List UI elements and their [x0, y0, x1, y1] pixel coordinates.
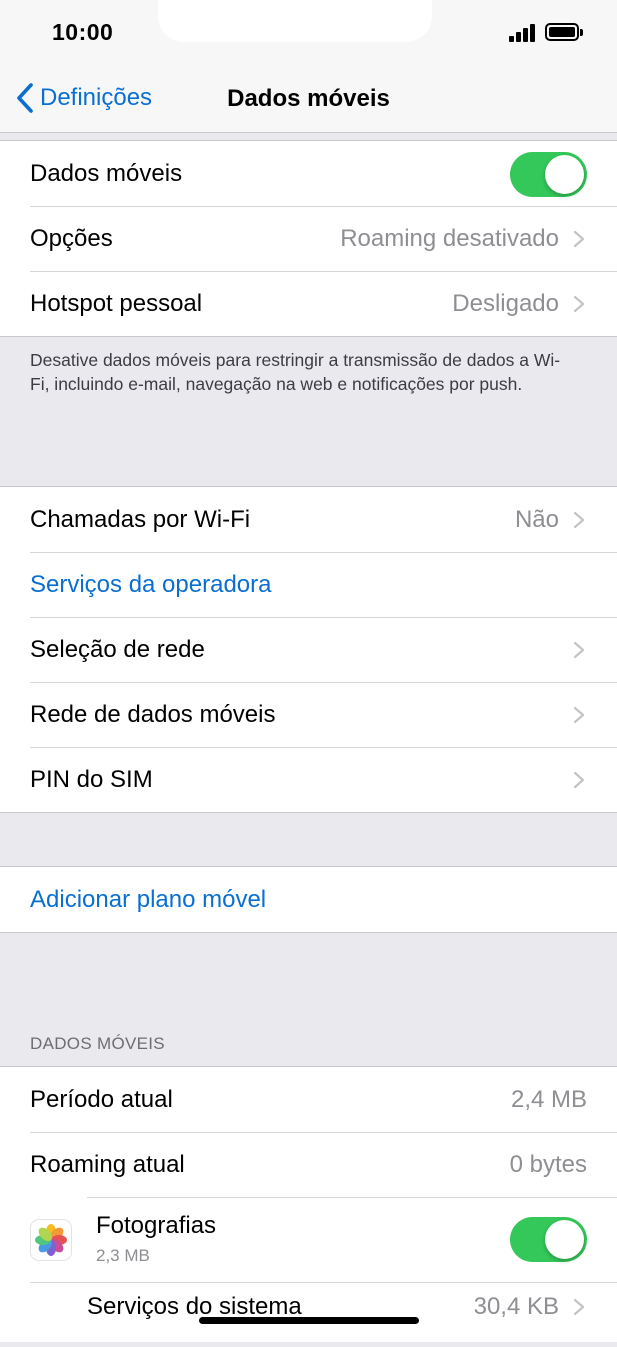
system-services-label: Serviços do sistema [87, 1293, 302, 1320]
chevron-right-icon [573, 511, 585, 529]
cellular-network-row[interactable]: Rede de dados móveis [0, 682, 617, 747]
photos-label: Fotografias [96, 1212, 217, 1239]
carrier-services-link[interactable]: Serviços da operadora [30, 552, 271, 617]
chevron-right-icon [573, 230, 585, 248]
hotspot-row[interactable]: Hotspot pessoal Desligado [0, 271, 617, 336]
chevron-right-icon [573, 641, 585, 659]
cellular-network-label: Rede de dados móveis [30, 701, 276, 728]
notch [158, 0, 432, 42]
cellular-data-label: Dados móveis [30, 160, 183, 187]
chevron-right-icon [573, 771, 585, 789]
chevron-right-icon [573, 295, 585, 313]
cellular-settings-group: Dados móveis Opções Roaming desativado H… [0, 140, 617, 337]
app-row-photos [0, 1197, 617, 1282]
system-services-value: 30,4 KB [473, 1293, 559, 1320]
chevron-right-icon [573, 1298, 585, 1316]
network-selection-label: Seleção de rede [30, 636, 205, 663]
chevron-right-icon [573, 706, 585, 724]
photos-flower-icon [35, 1224, 67, 1256]
photos-size: 2,3 MB [96, 1246, 150, 1265]
cellular-data-toggle[interactable] [510, 152, 587, 197]
current-period-value: 2,4 MB [510, 1086, 587, 1113]
cellular-data-footer: Desative dados móveis para restringir a … [30, 350, 561, 394]
wifi-calls-row[interactable]: Chamadas por Wi-Fi Não [0, 487, 617, 552]
add-plan-link[interactable]: Adicionar plano móvel [30, 867, 266, 932]
hotspot-value: Desligado [452, 290, 559, 317]
usage-group: Período atual 2,4 MB Roaming atual 0 byt… [0, 1066, 617, 1342]
system-services-row[interactable]: Serviços do sistema 30,4 KB [0, 1282, 617, 1347]
cellular-data-row: Dados móveis [0, 141, 617, 206]
hotspot-label: Hotspot pessoal [30, 290, 203, 317]
current-roaming-row: Roaming atual 0 bytes [0, 1132, 617, 1197]
page-title: Dados móveis [227, 85, 390, 112]
sim-pin-label: PIN do SIM [30, 766, 153, 793]
status-bar: 10:00 [0, 0, 617, 66]
current-period-row: Período atual 2,4 MB [0, 1067, 617, 1132]
carrier-services-row[interactable]: Serviços da operadora [0, 552, 617, 617]
add-plan-group: Adicionar plano móvel [0, 866, 617, 933]
status-time: 10:00 [52, 19, 114, 45]
sim-pin-row[interactable]: PIN do SIM [0, 747, 617, 812]
options-row[interactable]: Opções Roaming desativado [0, 206, 617, 271]
options-value: Roaming desativado [340, 225, 559, 252]
options-label: Opções [30, 225, 113, 252]
current-period-label: Período atual [30, 1086, 173, 1113]
photos-toggle[interactable] [510, 1217, 587, 1262]
battery-cap [580, 29, 583, 36]
home-indicator[interactable] [199, 1317, 419, 1324]
navigation-bar: Definições Dados móveis [0, 66, 617, 133]
current-roaming-label: Roaming atual [30, 1151, 185, 1178]
network-selection-row[interactable]: Seleção de rede [0, 617, 617, 682]
current-roaming-value: 0 bytes [509, 1151, 587, 1178]
add-plan-row[interactable]: Adicionar plano móvel [0, 867, 617, 932]
usage-section-header: DADOS MÓVEIS [30, 1034, 165, 1053]
battery-icon [545, 23, 579, 41]
wifi-calls-label: Chamadas por Wi-Fi [30, 506, 251, 533]
signal-icon [509, 24, 539, 42]
wifi-calls-value: Não [514, 506, 559, 533]
photos-icon [30, 1219, 72, 1261]
carrier-settings-group: Chamadas por Wi-Fi Não Serviços da opera… [0, 486, 617, 813]
